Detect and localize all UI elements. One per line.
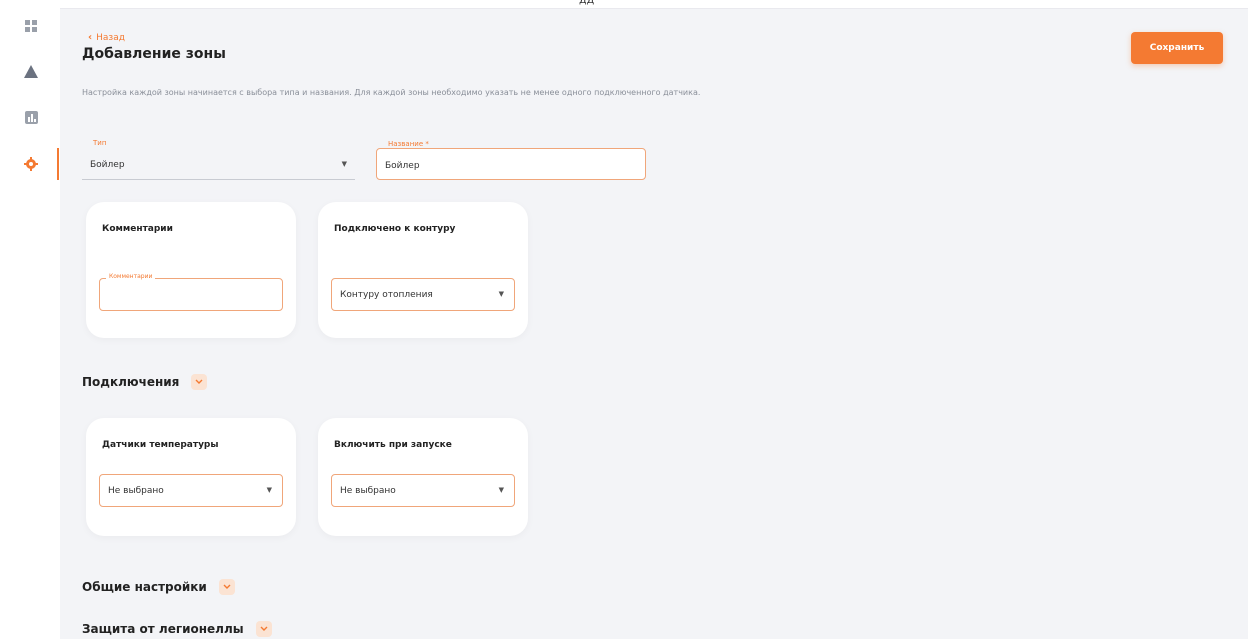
- back-link[interactable]: ‹ Назад: [88, 32, 125, 43]
- section-legionella[interactable]: Защита от легионеллы: [82, 621, 272, 637]
- dashboard-icon[interactable]: [22, 17, 40, 35]
- type-value: Бойлер: [90, 160, 125, 170]
- section-general-label: Общие настройки: [82, 580, 207, 594]
- enable-on-start-value: Не выбрано: [340, 486, 396, 496]
- name-value: Бойлер: [385, 161, 420, 171]
- comment-input-label: Комментарии: [106, 273, 156, 280]
- enable-on-start-select[interactable]: Не выбрано ▼: [331, 474, 515, 507]
- name-label: Название *: [385, 140, 432, 148]
- expand-chevron-icon[interactable]: [218, 579, 235, 595]
- comment-card: Комментарии Комментарии: [86, 202, 296, 338]
- expand-chevron-icon[interactable]: [191, 374, 208, 390]
- chevron-down-icon: ▼: [498, 290, 504, 298]
- back-label: Назад: [96, 32, 125, 43]
- section-legionella-label: Защита от легионеллы: [82, 622, 244, 636]
- topbar-label: дд: [579, 0, 594, 6]
- top-bar: дд: [60, 0, 1248, 9]
- section-connections-label: Подключения: [82, 375, 180, 389]
- type-label: Тип: [90, 139, 110, 147]
- temp-sensors-value: Не выбрано: [108, 486, 164, 496]
- description: Настройка каждой зоны начинается с выбор…: [82, 88, 701, 97]
- page-title: Добавление зоны: [82, 46, 226, 62]
- save-button[interactable]: Сохранить: [1131, 32, 1223, 64]
- settings-icon[interactable]: [22, 155, 40, 173]
- enable-on-start-card: Включить при запуске Не выбрано ▼: [318, 418, 528, 536]
- section-general[interactable]: Общие настройки: [82, 579, 235, 595]
- temp-sensors-select[interactable]: Не выбрано ▼: [99, 474, 283, 507]
- temp-sensors-card: Датчики температуры Не выбрано ▼: [86, 418, 296, 536]
- active-indicator: [57, 148, 59, 180]
- comment-input[interactable]: Комментарии: [99, 273, 283, 311]
- enable-on-start-title: Включить при запуске: [334, 440, 452, 450]
- chart-icon[interactable]: [22, 108, 40, 126]
- chevron-down-icon: ▼: [266, 486, 272, 494]
- circuit-select[interactable]: Контуру отопления ▼: [331, 278, 515, 311]
- temp-sensors-title: Датчики температуры: [102, 440, 219, 450]
- circuit-select-value: Контуру отопления: [340, 290, 433, 300]
- chevron-down-icon: ▼: [341, 160, 347, 168]
- name-input[interactable]: Название * Бойлер: [376, 140, 646, 180]
- circuit-card: Подключено к контуру Контуру отопления ▼: [318, 202, 528, 338]
- sidebar: [0, 0, 60, 639]
- circuit-card-title: Подключено к контуру: [334, 224, 456, 234]
- chevron-down-icon: ▼: [498, 486, 504, 494]
- type-select[interactable]: Тип Бойлер ▼: [82, 139, 355, 180]
- expand-chevron-icon[interactable]: [255, 621, 272, 637]
- chevron-left-icon: ‹: [88, 32, 93, 43]
- comment-card-title: Комментарии: [102, 224, 173, 234]
- section-connections[interactable]: Подключения: [82, 374, 208, 390]
- warning-icon[interactable]: [22, 62, 40, 80]
